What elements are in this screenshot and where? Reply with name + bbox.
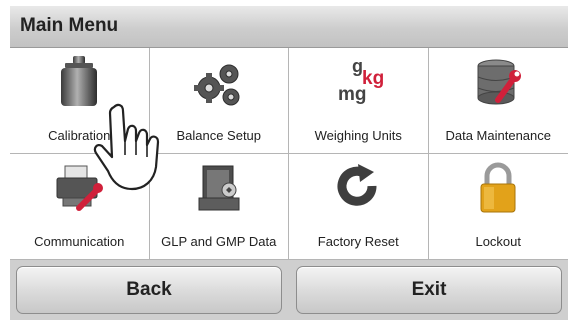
reset-arrow-icon: [337, 164, 377, 206]
unit-mg-text: mg: [338, 84, 367, 105]
pointing-hand-icon: [93, 103, 160, 191]
back-button[interactable]: Back: [16, 266, 282, 314]
padlock-icon: [480, 162, 516, 213]
page-title: Main Menu: [20, 15, 119, 36]
menu-item-label: Factory Reset: [317, 234, 399, 249]
menu-item-label: Lockout: [475, 234, 522, 249]
menu-item-label: GLP and GMP Data: [161, 234, 277, 249]
menu-item-data-maintenance[interactable]: Data Maintenance: [428, 48, 568, 154]
menu-item-label: Weighing Units: [314, 128, 402, 143]
menu-item-lockout[interactable]: Lockout: [428, 154, 568, 260]
menu-item-weighing-units[interactable]: g kg mg Weighing Units: [289, 48, 429, 154]
database-wrench-icon: [477, 59, 522, 105]
weighing-units-icon: g kg mg: [338, 56, 384, 105]
glp-document-icon: [198, 165, 240, 211]
menu-item-label: Communication: [34, 234, 125, 249]
main-menu-screen: Main Menu Calibration Balance Setup g kg…: [10, 6, 568, 320]
gears-icon: [193, 64, 240, 106]
title-bar: Main Menu: [10, 6, 568, 48]
menu-item-label: Data Maintenance: [445, 128, 551, 143]
menu-item-factory-reset[interactable]: Factory Reset: [289, 154, 429, 260]
exit-button[interactable]: Exit: [296, 266, 562, 314]
button-bar: Back Exit: [10, 260, 568, 320]
